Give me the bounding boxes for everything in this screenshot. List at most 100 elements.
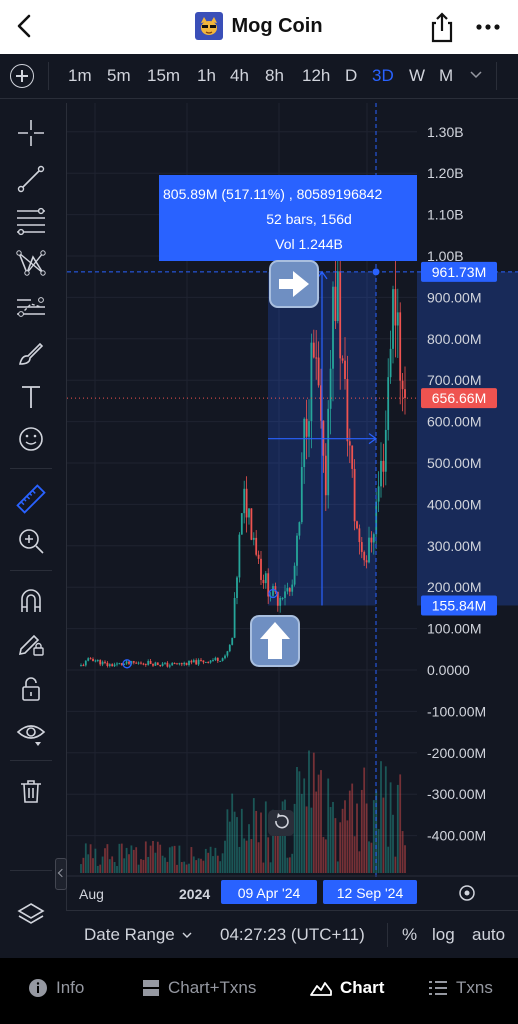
- add-indicator-icon[interactable]: [10, 64, 34, 88]
- emoji-icon[interactable]: [14, 422, 48, 456]
- range-start-label: 09 Apr '24: [238, 885, 301, 901]
- candle-body: [180, 663, 183, 665]
- share-icon[interactable]: [426, 10, 458, 44]
- volume-bar: [171, 846, 174, 873]
- fib-retracement-icon[interactable]: [14, 204, 48, 238]
- timeframe-4h[interactable]: 4h: [230, 66, 249, 86]
- timeframe-d[interactable]: D: [345, 66, 357, 86]
- brush-icon[interactable]: [14, 336, 48, 370]
- object-tree-icon[interactable]: [14, 898, 48, 932]
- magnet-icon[interactable]: [14, 584, 48, 618]
- date-range-button[interactable]: Date Range: [84, 925, 175, 945]
- volume-bar: [128, 854, 130, 873]
- volume-bar: [399, 774, 402, 873]
- tab-info[interactable]: Info: [28, 978, 84, 998]
- volume-bar: [370, 842, 373, 873]
- candle-body: [226, 651, 229, 656]
- price-axis-label: 1.00B: [427, 248, 464, 264]
- timeframe-8h[interactable]: 8h: [265, 66, 284, 86]
- measure-end-handle[interactable]: [372, 268, 380, 276]
- timeframe-5m[interactable]: 5m: [107, 66, 131, 86]
- candle-body: [341, 358, 344, 361]
- candle-body: [164, 662, 166, 664]
- more-options-icon[interactable]: [472, 12, 504, 42]
- candle-body: [207, 661, 210, 663]
- volume-bar: [142, 859, 145, 873]
- candle-body: [212, 660, 214, 662]
- price-chart[interactable]: 805.89M (517.11%) , 80589196842 52 bars, …: [66, 103, 518, 910]
- volume-bar: [180, 862, 183, 873]
- eye-icon[interactable]: [14, 716, 48, 750]
- volume-bar: [310, 807, 313, 873]
- auto-scale-button[interactable]: auto: [472, 925, 505, 945]
- candle-body: [279, 598, 282, 606]
- volume-bar: [336, 861, 339, 873]
- timeframe-1h[interactable]: 1h: [197, 66, 216, 86]
- candle-body: [272, 586, 274, 596]
- timeframe-1m[interactable]: 1m: [68, 66, 92, 86]
- volume-bar: [276, 833, 279, 873]
- reset-chart-button[interactable]: [268, 810, 294, 836]
- volume-bar: [226, 809, 229, 873]
- candle-body: [147, 660, 150, 665]
- volume-bar: [94, 848, 97, 873]
- app-header: Mog Coin: [0, 0, 518, 54]
- candle-body: [315, 357, 318, 359]
- price-axis-label: -100.00M: [427, 703, 486, 719]
- trash-icon[interactable]: [14, 774, 48, 808]
- volume-bar: [269, 862, 272, 873]
- timeframe-12h[interactable]: 12h: [302, 66, 330, 86]
- candle-body: [204, 661, 207, 663]
- trend-line-icon[interactable]: [14, 162, 48, 196]
- volume-bar: [348, 790, 351, 873]
- candle-body: [284, 591, 286, 598]
- volume-bar: [363, 767, 366, 873]
- price-axis-label: 300.00M: [427, 538, 481, 554]
- volume-bar: [111, 856, 114, 873]
- candle-body: [125, 661, 128, 664]
- volume-bar: [161, 855, 164, 873]
- text-icon[interactable]: [14, 380, 48, 414]
- tab-chart[interactable]: Chart: [310, 978, 384, 998]
- chart-canvas[interactable]: 805.89M (517.11%) , 80589196842 52 bars, …: [67, 103, 518, 910]
- coin-logo: [195, 12, 224, 40]
- volume-bar: [188, 863, 190, 873]
- volume-bar: [96, 865, 99, 873]
- timeframe-w[interactable]: W: [409, 66, 425, 86]
- timeframe-m[interactable]: M: [439, 66, 453, 86]
- zoom-in-icon[interactable]: [14, 524, 48, 558]
- volume-bar: [262, 862, 265, 873]
- candle-body: [132, 661, 135, 663]
- volume-bar: [214, 847, 217, 873]
- forecast-icon[interactable]: [14, 290, 48, 324]
- candle-body: [209, 660, 212, 663]
- tab-txns[interactable]: Txns: [428, 978, 493, 998]
- crosshair-icon[interactable]: [14, 116, 48, 150]
- collapse-toolbar-handle[interactable]: [55, 858, 67, 890]
- timeframe-3d[interactable]: 3D: [372, 66, 394, 86]
- candle-body: [101, 661, 104, 665]
- log-scale-button[interactable]: log: [432, 925, 455, 945]
- candle-body: [137, 662, 140, 664]
- volume-bar: [101, 856, 104, 873]
- candle-body: [161, 663, 164, 666]
- chevron-down-icon[interactable]: [182, 930, 192, 940]
- pattern-icon[interactable]: [14, 246, 48, 280]
- range-end-label: 12 Sep '24: [337, 885, 404, 901]
- price-axis-label: 600.00M: [427, 414, 481, 430]
- lock-drawing-icon[interactable]: [14, 626, 48, 660]
- chevron-down-icon[interactable]: [470, 68, 482, 80]
- candle-body: [190, 660, 193, 663]
- lock-icon[interactable]: [14, 672, 48, 706]
- volume-bar: [368, 841, 370, 873]
- volume-bar: [195, 860, 198, 873]
- candle-body: [394, 289, 397, 326]
- percent-scale-button[interactable]: %: [402, 925, 417, 945]
- volume-bar: [176, 864, 178, 873]
- ruler-icon[interactable]: [14, 482, 48, 516]
- divider: [496, 62, 497, 90]
- tab-chart-txns[interactable]: Chart+Txns: [142, 978, 256, 998]
- timezone-clock[interactable]: 04:27:23 (UTC+11): [220, 925, 365, 945]
- back-arrow-icon[interactable]: [10, 10, 40, 42]
- timeframe-15m[interactable]: 15m: [147, 66, 180, 86]
